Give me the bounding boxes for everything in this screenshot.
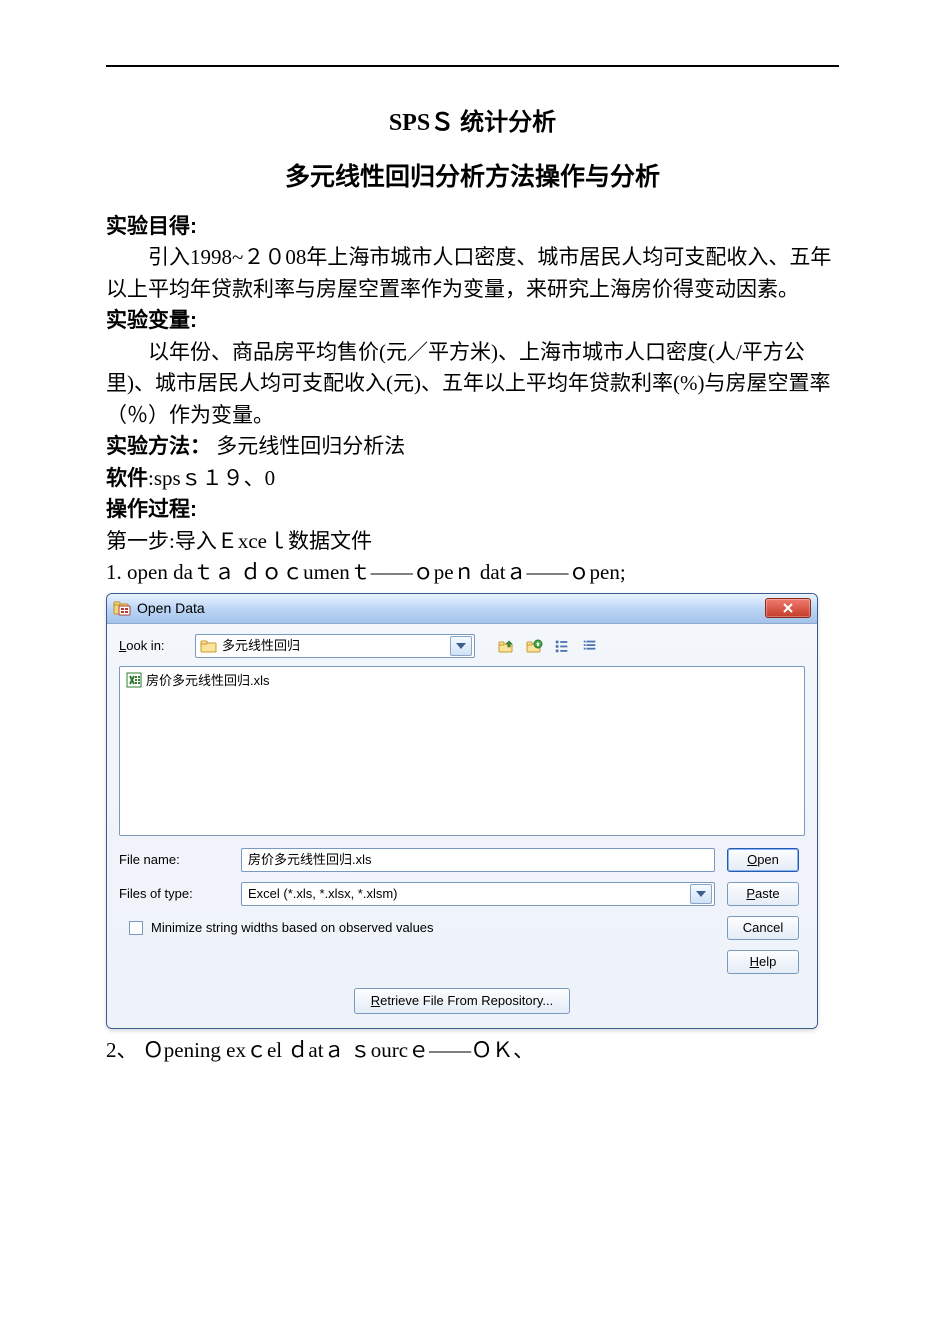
list-item[interactable]: 房价多元线性回归.xls xyxy=(126,671,798,691)
value-method: 多元线性回归分析法 xyxy=(216,434,405,458)
view-details-button[interactable] xyxy=(551,635,573,657)
open-data-icon xyxy=(113,599,131,617)
minimize-label: Minimize string widths based on observed… xyxy=(151,918,434,938)
folder-icon xyxy=(200,637,218,655)
file-list[interactable]: 房价多元线性回归.xls xyxy=(119,666,805,836)
page-top-rule xyxy=(106,65,839,67)
page-title-sub: 多元线性回归分析方法操作与分析 xyxy=(106,159,839,197)
label-software: 软件 xyxy=(106,467,148,490)
filetype-label: Files of type: xyxy=(119,884,229,904)
open-button[interactable]: Open xyxy=(727,848,799,872)
label-method: 实验方法： xyxy=(106,435,211,458)
help-button[interactable]: Help xyxy=(727,950,799,974)
label-aim: 实验目得: xyxy=(106,215,197,238)
filename-label: File name: xyxy=(119,850,229,870)
lookin-dropdown-button[interactable] xyxy=(450,636,472,656)
home-button[interactable] xyxy=(523,635,545,657)
cancel-button[interactable]: Cancel xyxy=(727,916,799,940)
page-title-main: SPSＳ 统计分析 xyxy=(106,105,839,141)
step2-line: 2、 Ｏpening exｃel ｄatａ ｓourcｅ——ＯＫ、 xyxy=(106,1035,839,1067)
filetype-dropdown-button[interactable] xyxy=(690,884,712,904)
label-vars: 实验变量: xyxy=(106,309,197,332)
dialog-titlebar[interactable]: Open Data xyxy=(107,594,817,624)
lookin-label: Look in: xyxy=(119,636,185,656)
value-software: :spsｓ１９、0 xyxy=(148,466,275,490)
list-item-label: 房价多元线性回归.xls xyxy=(146,671,270,691)
filetype-combo[interactable]: Excel (*.xls, *.xlsx, *.xlsm) xyxy=(241,882,715,906)
filename-value: 房价多元线性回归.xls xyxy=(248,850,372,870)
paste-button[interactable]: Paste xyxy=(727,882,799,906)
filetype-value: Excel (*.xls, *.xlsx, *.xlsm) xyxy=(248,884,690,904)
open-data-dialog: Open Data Look in: xyxy=(106,593,818,1029)
para-vars: 以年份、商品房平均售价(元／平方米)、上海市城市人口密度(人/平方公里)、城市居… xyxy=(106,337,839,432)
close-button[interactable] xyxy=(765,598,811,618)
minimize-checkbox[interactable] xyxy=(129,921,143,935)
view-list-button[interactable] xyxy=(579,635,601,657)
lookin-combo[interactable]: 多元线性回归 xyxy=(195,634,475,658)
retrieve-repository-button[interactable]: Retrieve File From Repository... xyxy=(354,988,571,1014)
label-process: 操作过程: xyxy=(106,498,197,521)
xls-file-icon xyxy=(126,672,142,688)
step1-line: 第一步:导入Ｅxceｌ数据文件 xyxy=(106,526,839,558)
para-aim: 引入1998~２０08年上海市城市人口密度、城市居民人均可支配收入、五年以上平均… xyxy=(106,242,839,305)
filename-input[interactable]: 房价多元线性回归.xls xyxy=(241,848,715,872)
step1-cmd: 1. open daｔａ ｄｏｃumenｔ——ｏpeｎ datａ——ｏpen; xyxy=(106,557,839,589)
dialog-title-text: Open Data xyxy=(137,598,205,619)
up-folder-button[interactable] xyxy=(495,635,517,657)
lookin-value: 多元线性回归 xyxy=(222,636,450,656)
